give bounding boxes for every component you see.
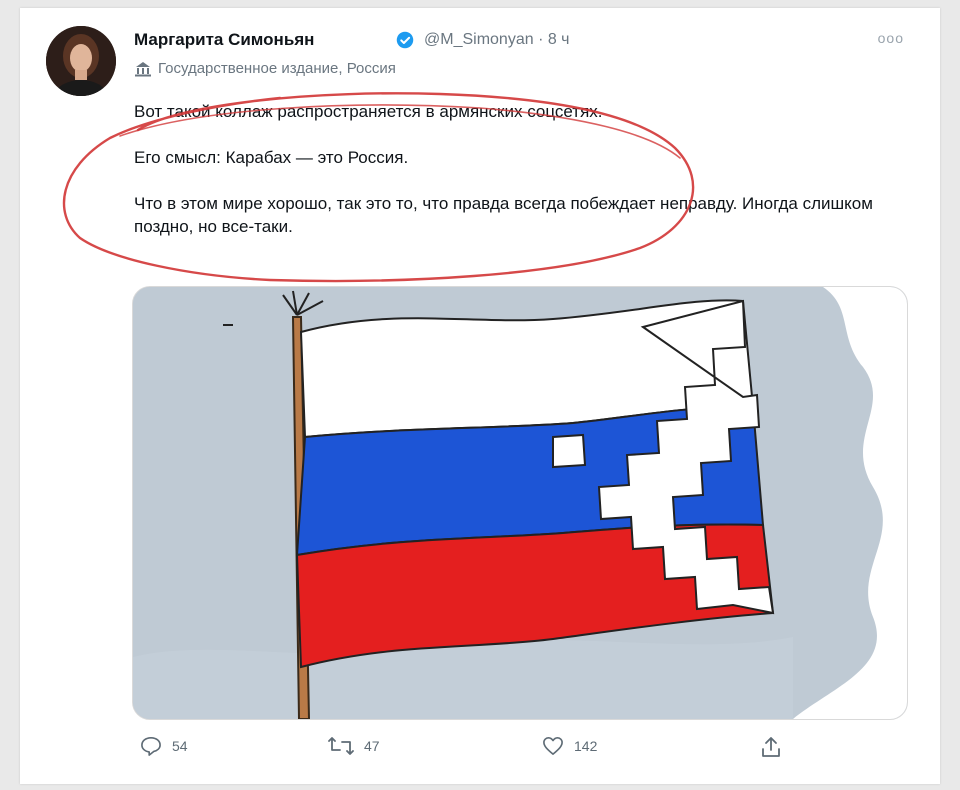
handle-time[interactable]: @M_Simonyan · 8 ч: [424, 31, 570, 49]
author-name[interactable]: Маргарита Симоньян: [134, 30, 314, 50]
like-icon: [543, 737, 563, 755]
state-media-label-text: Государственное издание, Россия: [158, 60, 396, 77]
tweet-text: Вот такой коллаж распространяется в армя…: [134, 100, 904, 238]
flag-illustration: [133, 287, 907, 719]
more-icon[interactable]: ooo: [878, 30, 904, 46]
verified-badge-icon: [396, 31, 414, 49]
reply-count: 54: [172, 738, 188, 754]
tweet-line-2: Его смысл: Карабах — это Россия.: [134, 148, 409, 167]
like-count: 142: [574, 738, 598, 754]
retweet-button[interactable]: 47: [328, 736, 380, 756]
avatar[interactable]: [46, 26, 116, 96]
retweet-count: 47: [364, 738, 380, 754]
share-icon: [762, 737, 780, 757]
tweet-line-1: Вот такой коллаж распространяется в армя…: [134, 102, 603, 121]
tweet-card: Маргарита Симоньян @M_Simonyan · 8 ч ooo…: [20, 8, 940, 784]
government-building-icon: [135, 61, 151, 76]
tweet-actions: 54 47 142: [132, 736, 892, 766]
reply-icon: [141, 737, 161, 756]
retweet-icon: [328, 737, 354, 755]
share-button[interactable]: [760, 736, 792, 758]
tweet-image[interactable]: [132, 286, 908, 720]
tweet-line-3: Что в этом мире хорошо, так это то, что …: [134, 194, 873, 236]
like-button[interactable]: 142: [542, 736, 597, 756]
reply-button[interactable]: 54: [140, 736, 188, 756]
state-media-label[interactable]: Государственное издание, Россия: [134, 60, 396, 77]
